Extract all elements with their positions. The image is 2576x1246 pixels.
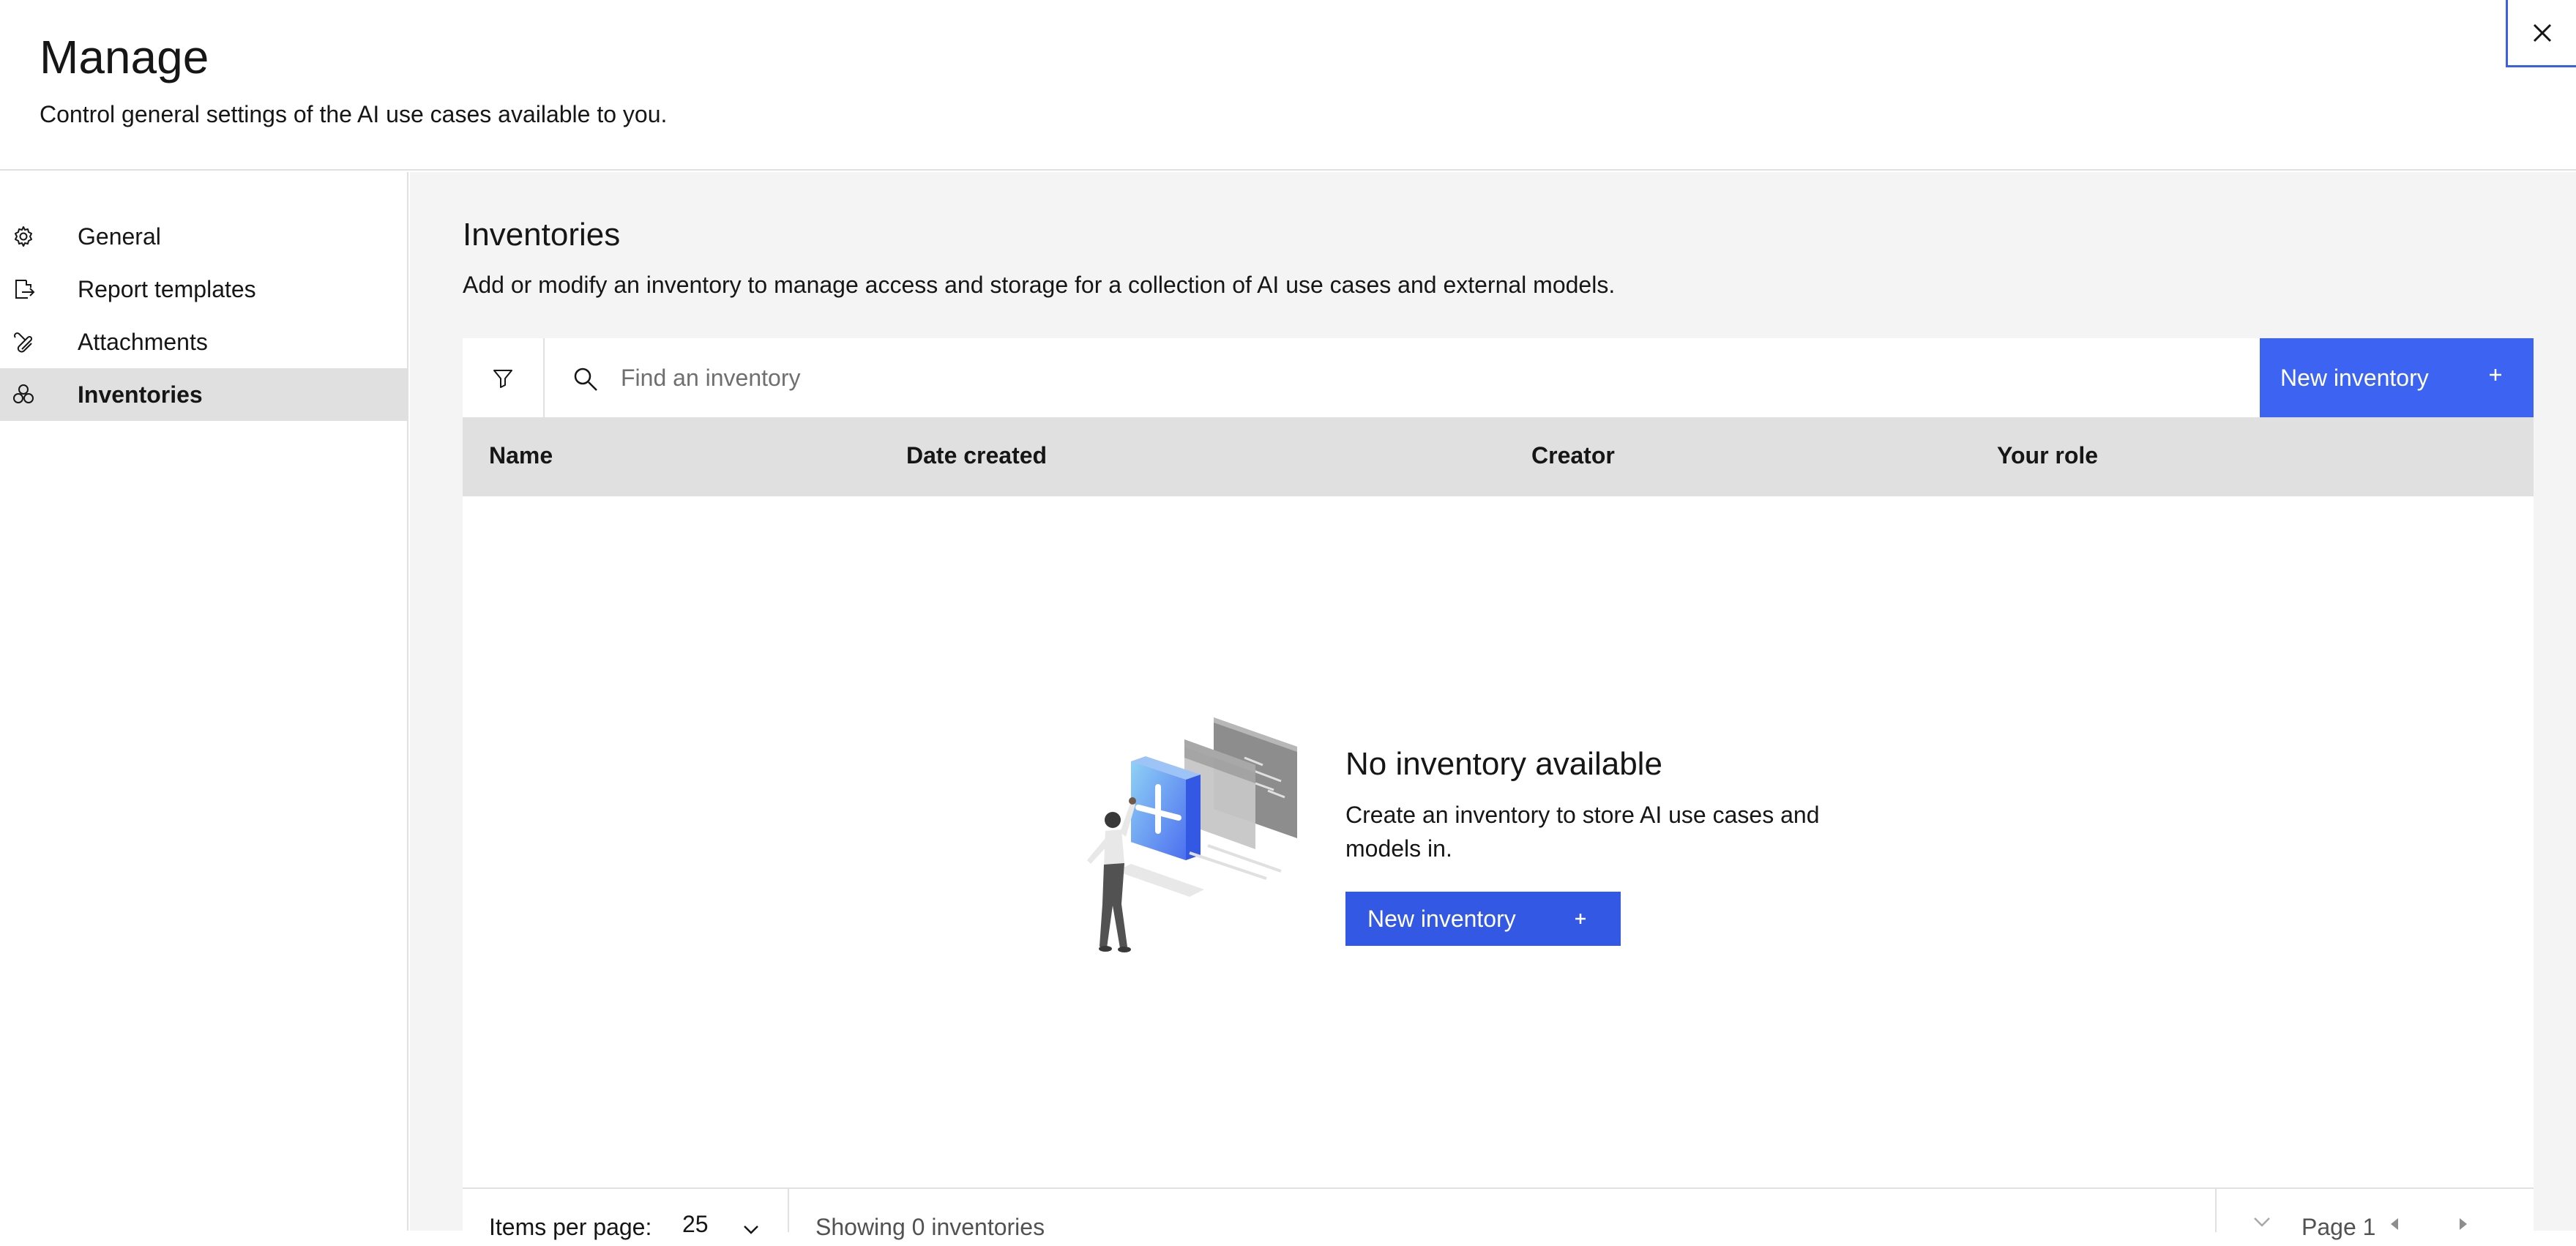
next-page-icon[interactable] xyxy=(2448,1209,2477,1239)
table-toolbar: New inventory xyxy=(463,338,2534,417)
sidebar-item-general[interactable]: General xyxy=(0,210,407,263)
items-per-page-select[interactable]: 25 xyxy=(682,1209,792,1246)
column-header-your-role[interactable]: Your role xyxy=(1997,439,2098,471)
page-title: Manage xyxy=(40,31,209,83)
inventory-icon xyxy=(13,384,34,403)
column-header-name[interactable]: Name xyxy=(489,439,553,471)
pagination-divider xyxy=(2215,1189,2217,1232)
sidebar-item-attachments[interactable]: Attachments xyxy=(0,316,407,368)
items-per-page-label: Items per page: xyxy=(489,1214,652,1240)
empty-state-illustration xyxy=(1087,717,1297,952)
new-inventory-button[interactable]: New inventory xyxy=(2260,338,2534,417)
new-inventory-label: New inventory xyxy=(2280,365,2429,391)
empty-state-title: No inventory available xyxy=(1345,746,1662,782)
plus-icon xyxy=(1575,914,1586,924)
sidebar-item-label: Inventories xyxy=(78,381,203,408)
empty-state-description: Create an inventory to store AI use case… xyxy=(1345,802,1820,862)
paperclip-icon xyxy=(13,332,33,353)
pagination-bar: Items per page: 25 Showing 0 inventories… xyxy=(463,1187,2534,1240)
section-title: Inventories xyxy=(463,217,621,253)
page-subtitle: Control general settings of the AI use c… xyxy=(40,101,668,127)
close-icon xyxy=(2533,23,2551,42)
sidebar-item-report-templates[interactable]: Report templates xyxy=(0,263,407,316)
gear-icon xyxy=(15,226,32,247)
column-header-date-created[interactable]: Date created xyxy=(906,439,1047,471)
sidebar-item-label: Report templates xyxy=(78,276,256,302)
new-inventory-label: New inventory xyxy=(1367,906,1516,932)
items-per-page-value: 25 xyxy=(682,1211,709,1237)
sidebar-item-inventories[interactable]: Inventories xyxy=(0,368,407,421)
filter-button[interactable] xyxy=(463,338,545,417)
plus-icon xyxy=(2490,369,2501,381)
section-description: Add or modify an inventory to manage acc… xyxy=(463,272,1616,298)
sidebar-item-label: General xyxy=(78,223,161,250)
current-page: Page 1 xyxy=(2301,1214,2376,1240)
table-header: Name Date created Creator Your role xyxy=(463,417,2534,496)
pagination-divider xyxy=(788,1189,789,1232)
sidebar-nav: General Report templates Attachments Inv… xyxy=(0,172,408,1231)
filter-icon xyxy=(493,370,512,388)
column-header-creator[interactable]: Creator xyxy=(1531,439,1615,471)
chevron-down-icon xyxy=(744,1226,758,1234)
previous-page-icon[interactable] xyxy=(2381,1209,2410,1239)
empty-state-new-inventory-button[interactable]: New inventory xyxy=(1345,892,1621,946)
items-showing-count: Showing 0 inventories xyxy=(815,1214,1045,1240)
page-select-chevron-icon[interactable] xyxy=(2249,1212,2275,1233)
close-button[interactable] xyxy=(2506,0,2576,67)
document-export-icon xyxy=(15,280,35,299)
main-content: Inventories Add or modify an inventory t… xyxy=(410,172,2576,1231)
sidebar-item-label: Attachments xyxy=(78,329,208,355)
search-input[interactable] xyxy=(609,338,2205,417)
search-icon xyxy=(574,368,597,391)
page-header: Manage Control general settings of the A… xyxy=(0,0,2576,171)
